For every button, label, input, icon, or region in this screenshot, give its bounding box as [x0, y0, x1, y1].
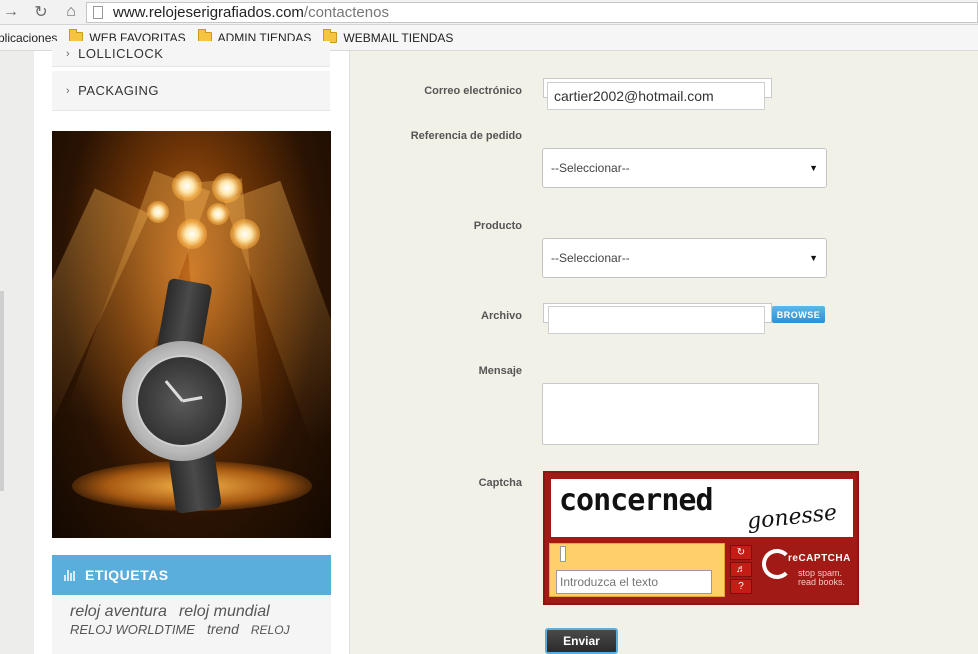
captcha-word-2: gonesse [745, 500, 839, 535]
recaptcha-widget: concerned gonesse ↻ ♬ ? reCAPTCHA stop s… [543, 471, 859, 605]
url-path: /contactenos [303, 4, 389, 21]
captcha-word-1: concerned [559, 483, 714, 518]
product-label: Producto [473, 220, 522, 232]
promo-banner-watch[interactable] [52, 131, 331, 538]
tag-link[interactable]: trend [207, 621, 239, 637]
bookmark-webmail-tiendas[interactable]: WEBMAIL TIENDAS [323, 29, 454, 45]
message-textarea[interactable] [542, 383, 819, 445]
product-select[interactable]: --Seleccionar-- ▼ [542, 238, 827, 278]
browser-toolbar: → ↻ ⌂ www.relojeserigrafiados.com/contac… [0, 0, 978, 25]
file-path-field[interactable] [548, 306, 765, 334]
dropdown-arrow-icon: ▼ [809, 163, 818, 173]
captcha-label: Captcha [478, 477, 522, 489]
dropdown-arrow-icon: ▼ [809, 253, 818, 263]
url-domain: www.relojeserigrafiados.com [113, 4, 304, 21]
captcha-image: concerned gonesse [551, 479, 853, 537]
browse-button[interactable]: BROWSE [772, 306, 825, 323]
tags-title: ETIQUETAS [85, 567, 169, 583]
bookmark-apps[interactable]: plicaciones [0, 31, 57, 45]
address-bar[interactable]: www.relojeserigrafiados.com/contactenos [86, 2, 978, 23]
product-selected: --Seleccionar-- [551, 251, 630, 265]
message-label: Mensaje [478, 365, 522, 377]
tags-list: reloj aventura reloj mundial RELOJ WORLDT… [52, 595, 331, 654]
contact-form: Correo electrónico Referencia de pedido … [350, 51, 978, 654]
email-label: Correo electrónico [424, 85, 522, 97]
page: › LOLLICLOCK › PACKAGING ETIQUETAS reloj… [0, 41, 978, 654]
bookmark-label: WEBMAIL TIENDAS [343, 30, 454, 45]
sidebar: › LOLLICLOCK › PACKAGING ETIQUETAS reloj… [34, 41, 350, 654]
home-icon[interactable]: ⌂ [60, 1, 82, 23]
captcha-cursor [560, 546, 566, 562]
category-packaging[interactable]: › PACKAGING [52, 71, 330, 111]
tag-link[interactable]: reloj mundial [179, 603, 270, 621]
submit-button[interactable]: Enviar [545, 628, 618, 654]
back-icon[interactable]: → [0, 1, 22, 23]
tag-link[interactable]: reloj aventura [70, 603, 167, 621]
chevron-right-icon: › [66, 84, 71, 97]
chart-bars-icon [64, 569, 75, 581]
help-icon[interactable]: ? [730, 579, 752, 594]
scroll-edge [0, 291, 4, 491]
captcha-input[interactable] [556, 570, 712, 594]
tags-header: ETIQUETAS [52, 555, 331, 595]
recaptcha-tagline: stop spam. read books. [798, 568, 846, 587]
bookmark-label: plicaciones [0, 30, 58, 45]
email-field[interactable] [547, 82, 765, 110]
order-ref-select[interactable]: --Seleccionar-- ▼ [542, 148, 827, 188]
tag-link[interactable]: RELOJ [251, 623, 290, 637]
tag-link[interactable]: RELOJ WORLDTIME [70, 622, 195, 637]
category-label: LOLLICLOCK [78, 46, 164, 61]
recaptcha-logo: reCAPTCHA stop spam. read books. [760, 545, 856, 595]
captcha-input-area [549, 543, 725, 597]
recaptcha-brand: reCAPTCHA [788, 553, 851, 564]
order-ref-label: Referencia de pedido [410, 130, 522, 142]
chevron-right-icon: › [66, 47, 71, 60]
file-label: Archivo [481, 310, 522, 322]
order-ref-selected: --Seleccionar-- [551, 161, 630, 175]
reload-icon[interactable]: ↻ [30, 1, 52, 23]
refresh-icon[interactable]: ↻ [730, 545, 752, 560]
category-label: PACKAGING [78, 83, 160, 98]
category-lolliclock[interactable]: › LOLLICLOCK [52, 41, 330, 67]
page-icon [93, 6, 103, 19]
audio-icon[interactable]: ♬ [730, 562, 752, 577]
